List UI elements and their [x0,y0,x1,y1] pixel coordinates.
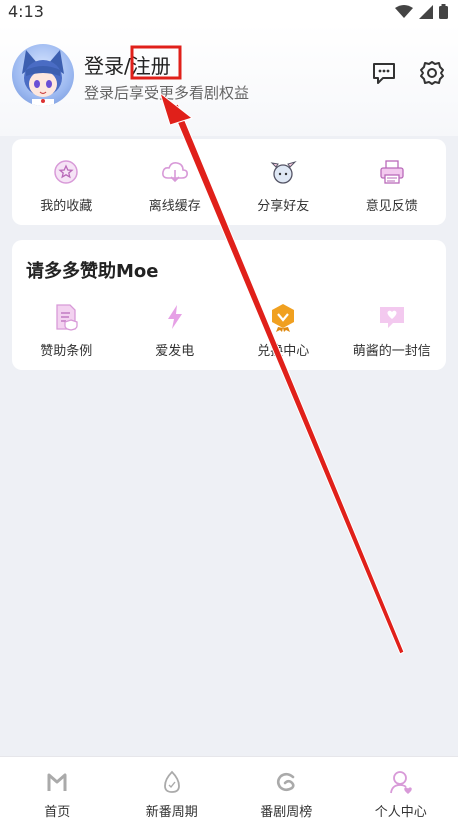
profile-heart-icon [388,769,414,795]
favorites-star-icon [51,157,81,187]
cloud-download-icon [160,157,190,187]
letter-heart-icon [377,302,407,332]
lightning-icon [160,302,190,332]
share-friends-icon [268,157,298,187]
sponsor-item-redeem[interactable]: 兑换中心 [229,302,338,359]
quick-action-feedback[interactable]: 意见反馈 [338,157,447,214]
egg-icon [159,769,185,795]
feedback-printer-icon [377,157,407,187]
sponsor-item-label: 兑换中心 [257,340,309,359]
nav-label: 新番周期 [146,801,198,820]
quick-action-share[interactable]: 分享好友 [229,157,338,214]
nav-label: 首页 [44,801,70,820]
login-subtitle: 登录后享受更多看剧权益 [84,82,249,103]
nav-label: 番剧周榜 [260,801,312,820]
wifi-icon [395,5,413,19]
swirl-icon [273,769,299,795]
quick-action-label: 我的收藏 [40,195,92,214]
nav-new-season[interactable]: 新番周期 [115,757,230,821]
sponsor-item-afdian[interactable]: 爱发电 [121,302,230,359]
home-m-icon [44,769,70,795]
status-bar: 4:13 [0,0,458,24]
quick-action-label: 离线缓存 [149,195,201,214]
sponsor-terms-icon [51,302,81,332]
gear-icon[interactable] [419,60,445,86]
bottom-nav: 首页 新番周期 番剧周榜 个人中心 [0,756,458,821]
nav-home[interactable]: 首页 [0,757,115,821]
nav-profile[interactable]: 个人中心 [344,757,458,821]
sponsor-item-letter[interactable]: 萌酱的一封信 [338,302,447,359]
login-register-link[interactable]: 登录/注册 [84,50,171,79]
avatar[interactable] [12,44,74,106]
message-icon[interactable] [371,60,397,86]
sponsor-item-label: 萌酱的一封信 [353,340,431,359]
sponsor-title: 请多多赞助Moe [26,257,159,283]
quick-action-offline-cache[interactable]: 离线缓存 [121,157,230,214]
sponsor-item-terms[interactable]: 赞助条例 [12,302,121,359]
quick-action-favorites[interactable]: 我的收藏 [12,157,121,214]
quick-actions-card: 我的收藏 离线缓存 分享好友 [12,139,446,225]
status-icons [395,4,448,19]
quick-action-label: 分享好友 [257,195,309,214]
profile-header: 登录/注册 登录后享受更多看剧权益 [0,24,458,136]
quick-action-label: 意见反馈 [366,195,418,214]
signal-icon [419,5,433,19]
nav-weekly-ranking[interactable]: 番剧周榜 [229,757,344,821]
nav-label: 个人中心 [375,801,427,820]
sponsor-item-label: 爱发电 [155,340,194,359]
redeem-badge-icon [268,302,298,332]
sponsor-item-label: 赞助条例 [40,340,92,359]
anime-cat-girl-avatar-icon [12,44,74,106]
sponsor-card: 请多多赞助Moe 赞助条例 爱发电 兑换中心 [12,240,446,370]
status-time: 4:13 [8,2,44,21]
battery-icon [439,4,448,19]
